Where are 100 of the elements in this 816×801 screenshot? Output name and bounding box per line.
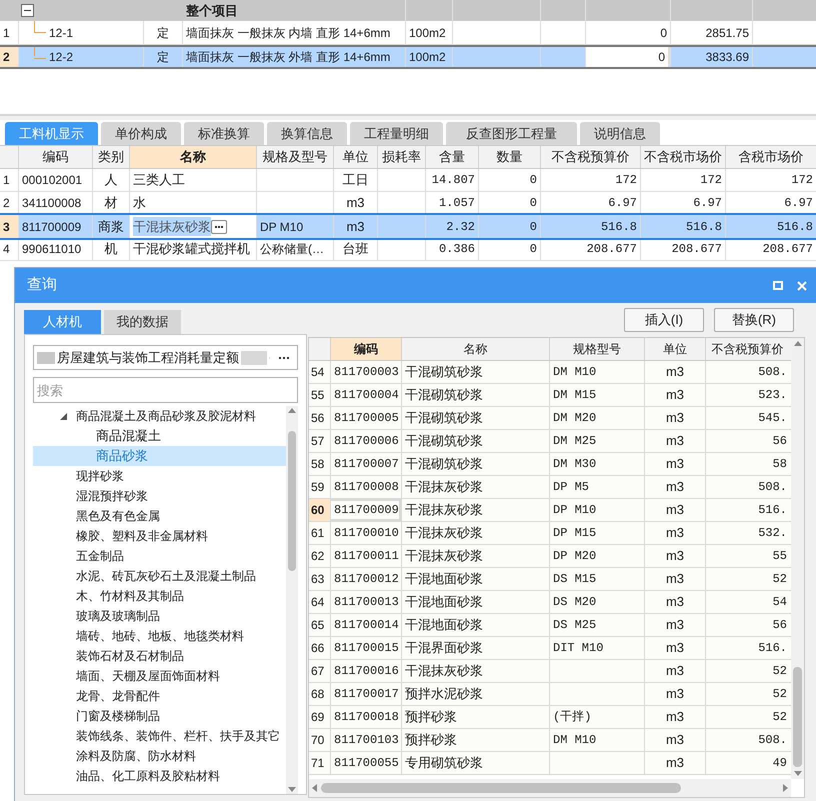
tree-item[interactable]: 涂料及防腐、防水材料 [33, 746, 286, 766]
tab[interactable]: 反查图形工程量 [446, 122, 577, 145]
scroll-up-icon[interactable] [288, 408, 296, 413]
table-cell-text: 0 [530, 172, 537, 189]
scrollbar[interactable] [309, 779, 791, 797]
table-cell-text: 6.97 [784, 195, 813, 212]
tab[interactable]: 工程量明细 [350, 122, 443, 145]
tree-item[interactable]: 门窗及楼梯制品 [33, 706, 286, 726]
scroll-thumb[interactable] [793, 667, 802, 767]
dialog-button[interactable]: 替换(R) [714, 308, 794, 332]
column-header[interactable]: 规格型号 [549, 338, 644, 360]
tab[interactable]: 说明信息 [580, 122, 660, 145]
scroll-right-icon[interactable] [783, 784, 788, 792]
tree-item[interactable]: 商品混凝土 [33, 426, 286, 446]
tab[interactable]: 换算信息 [267, 122, 347, 145]
column-header[interactable]: 编码 [18, 146, 92, 168]
table-row[interactable]: 71 811700055 专用砌筑砂浆 m3 49 [309, 752, 791, 775]
tree-item[interactable]: 五金制品 [33, 546, 286, 566]
library-dropdown[interactable]: 房屋建筑与装饰工程消耗量定额 [33, 345, 298, 370]
table-row[interactable]: 63 811700012 干混地面砂浆 DS M15 m3 52 [309, 568, 791, 591]
dialog-button[interactable]: 插入(I) [624, 308, 704, 332]
table-row[interactable]: 54 811700003 干混砌筑砂浆 DM M10 m3 508. [309, 361, 791, 384]
table-row[interactable]: 55 811700004 干混砌筑砂浆 DM M15 m3 523. [309, 384, 791, 407]
table-row[interactable]: 68 811700017 预拌水泥砂浆 m3 52 [309, 683, 791, 706]
tree-item[interactable]: 湿混预拌砂浆 [33, 486, 286, 506]
column-header[interactable]: 数量 [478, 146, 540, 168]
tree-item[interactable]: 墙砖、地砖、地板、地毯类材料 [33, 626, 286, 646]
column-header[interactable]: 规格及型号 [256, 146, 333, 168]
table-cell-text: m3 [666, 708, 684, 726]
tree-item[interactable]: 水泥、砖瓦灰砂石土及混凝土制品 [33, 566, 286, 586]
table-cell-text: DM M30 [553, 456, 596, 473]
column-header[interactable]: 损耗率 [377, 146, 425, 168]
table-row[interactable]: 3 811700009 商浆 干混抹灰砂浆 DP M10 m3 2.32 0 516.8 516.8 516.8 [0, 215, 816, 238]
column-header[interactable]: 含税市场价 [725, 146, 816, 168]
table-cell-text: 干混界面砂浆 [405, 639, 483, 658]
table-row[interactable]: 69 811700018 预拌砂浆 (干拌) m3 52 [309, 706, 791, 729]
column-header[interactable]: 不含税预算价 [705, 338, 789, 360]
table-row[interactable]: 65 811700014 干混地面砂浆 DS M25 m3 56 [309, 614, 791, 637]
scroll-thumb[interactable] [288, 431, 296, 571]
column-header[interactable]: 不含税市场价 [640, 146, 725, 168]
tree-item[interactable]: 龙骨、龙骨配件 [33, 686, 286, 706]
table-cell-text: 干混砌筑砂浆 [405, 363, 483, 382]
scrollbar[interactable] [286, 406, 298, 794]
scrollbar[interactable] [791, 338, 804, 779]
table-cell-text: 12-1 [49, 24, 74, 42]
table-row[interactable]: 57 811700006 干混砌筑砂浆 DM M25 m3 56 [309, 430, 791, 453]
tree-item[interactable]: 橡胶、塑料及非金属材料 [33, 526, 286, 546]
table-row[interactable]: 66 811700015 干混界面砂浆 DIT M10 m3 516. [309, 637, 791, 660]
table-row[interactable]: 56 811700005 干混砌筑砂浆 DM M20 m3 545. [309, 407, 791, 430]
row-number: 61 [310, 525, 326, 542]
table-cell-text: m3 [666, 363, 684, 382]
table-row[interactable]: 58 811700007 干混砌筑砂浆 DM M30 m3 58 [309, 453, 791, 476]
table-cell-text: DP M20 [553, 548, 596, 565]
table-row[interactable]: 70 811700103 预拌砂浆 DM M10 m3 508. [309, 729, 791, 752]
column-header[interactable]: 单位 [644, 338, 705, 360]
tab[interactable]: 单价构成 [101, 122, 181, 145]
scroll-left-icon[interactable] [312, 784, 317, 792]
column-header[interactable]: 含量 [425, 146, 478, 168]
tree-item[interactable]: 玻璃及玻璃制品 [33, 606, 286, 626]
row-number: 60 [309, 499, 330, 521]
column-header[interactable]: 名称 [129, 146, 256, 168]
column-header[interactable]: 不含税预算价 [540, 146, 640, 168]
table-row[interactable]: 59 811700008 干混抹灰砂浆 DP M5 m3 508. [309, 476, 791, 499]
tree-item[interactable]: 木、竹材料及其制品 [33, 586, 286, 606]
table-row[interactable]: 60 811700009 干混抹灰砂浆 DP M10 m3 516. [309, 499, 791, 522]
tree-item[interactable]: 黑色及有色金属 [33, 506, 286, 526]
row-number: 59 [310, 479, 326, 496]
close-icon[interactable] [797, 280, 807, 290]
search-field[interactable]: 搜索 [33, 377, 298, 403]
tree-item[interactable]: 装饰石材及石材制品 [33, 646, 286, 666]
column-header[interactable]: 名称 [401, 338, 549, 360]
scroll-thumb[interactable] [321, 783, 681, 793]
table-cell-text: 811700103 [334, 732, 399, 749]
column-header[interactable]: 编码 [330, 338, 401, 360]
tab[interactable]: 我的数据 [104, 310, 181, 334]
tree-item[interactable]: 墙面、天棚及屋面饰面材料 [33, 666, 286, 686]
table-row[interactable]: 1 000102001 人 三类人工 工日 14.807 0 172 172 172 [0, 169, 816, 192]
tree-item[interactable]: 商品混凝土及商品砂浆及胶泥材料 [33, 406, 286, 426]
table-row[interactable]: 2 12-2 定 墙面抹灰 一般抹灰 外墙 直形 14+6mm 100m2 0 3833.69 [0, 45, 816, 69]
tree-item[interactable]: 装饰线条、装饰件、栏杆、扶手及其它 [33, 726, 286, 746]
table-row[interactable]: 64 811700013 干混地面砂浆 DS M20 m3 54 [309, 591, 791, 614]
table-cell-text: 55 [772, 548, 787, 565]
scroll-down-icon[interactable] [288, 787, 296, 792]
more-button[interactable] [211, 220, 227, 234]
tree-item[interactable]: 油品、化工原料及胶粘材料 [33, 766, 286, 786]
table-row[interactable]: 62 811700011 干混抹灰砂浆 DP M20 m3 55 [309, 545, 791, 568]
table-row[interactable]: 1 12-1 定 墙面抹灰 一般抹灰 内墙 直形 14+6mm 100m2 0 2851.75 [0, 21, 816, 45]
scroll-up-icon[interactable] [794, 341, 802, 346]
table-row[interactable]: 61 811700010 干混抹灰砂浆 DP M15 m3 532. [309, 522, 791, 545]
table-row[interactable]: 4 990611010 机 干混砂浆罐式搅拌机 公称储量(… 台班 0.386 0 208.677 208.677 208.677 [0, 238, 816, 261]
tree-item[interactable]: 现拌砂浆 [33, 466, 286, 486]
tab[interactable]: 标准换算 [184, 122, 264, 145]
table-row[interactable]: 2 341100008 材 水 m3 1.057 0 6.97 6.97 6.97 [0, 192, 816, 215]
column-header[interactable]: 单位 [333, 146, 377, 168]
table-cell-text: m3 [666, 754, 684, 772]
table-cell-text: DP M10 [553, 502, 596, 519]
table-row[interactable]: 67 811700016 干混抹灰砂浆 m3 52 [309, 660, 791, 683]
collapse-toggle[interactable] [21, 4, 34, 17]
scroll-down-icon[interactable] [794, 771, 802, 776]
maximize-icon[interactable] [773, 281, 783, 290]
